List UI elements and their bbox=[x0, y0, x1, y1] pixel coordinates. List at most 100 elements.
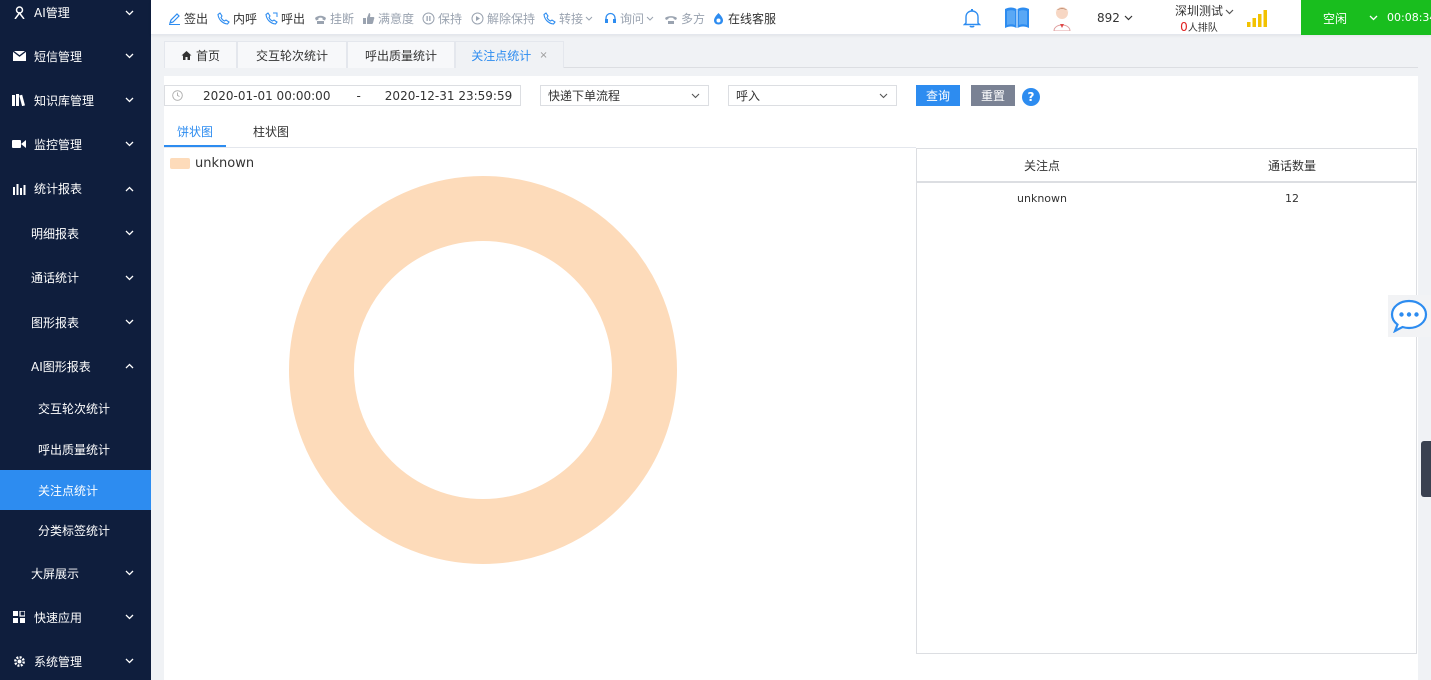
internal-call-label: 内呼 bbox=[233, 12, 258, 26]
tab-label: 关注点统计 bbox=[471, 48, 532, 63]
query-button[interactable]: 查询 bbox=[916, 85, 960, 106]
floating-chat-button[interactable] bbox=[1388, 295, 1431, 337]
clock-icon bbox=[172, 90, 183, 101]
tab-focus-point-stats[interactable]: 关注点统计 × bbox=[455, 41, 564, 68]
conference-icon bbox=[665, 15, 677, 24]
sign-out-button[interactable]: 签出 bbox=[168, 10, 208, 27]
play-icon bbox=[471, 12, 484, 25]
date-range-picker[interactable]: 2020-01-01 00:00:00 - 2020-12-31 23:59:5… bbox=[164, 85, 521, 106]
sidebar-item-detail-reports[interactable]: 明细报表 bbox=[0, 211, 151, 255]
sidebar-item-monitoring[interactable]: 监控管理 bbox=[0, 122, 151, 166]
sidebar-item-call-stats[interactable]: 通话统计 bbox=[0, 255, 151, 300]
sidebar-item-label: 大屏展示 bbox=[31, 566, 80, 581]
sidebar-item-label: 系统管理 bbox=[34, 654, 83, 669]
outbound-call-label: 呼出 bbox=[281, 12, 306, 26]
hangup-label: 挂断 bbox=[330, 12, 355, 26]
knowledge-book-icon[interactable] bbox=[1004, 6, 1030, 32]
online-service-button[interactable]: 在线客服 bbox=[712, 10, 776, 27]
hangup-button[interactable]: 挂断 bbox=[314, 10, 354, 27]
tab-bar-chart[interactable]: 柱状图 bbox=[253, 123, 289, 140]
consult-button[interactable]: 询问 bbox=[604, 10, 657, 27]
conference-label: 多方 bbox=[681, 12, 706, 26]
tab-label: 柱状图 bbox=[253, 125, 290, 139]
tab-outbound-quality[interactable]: 呼出质量统计 bbox=[347, 41, 455, 68]
chevron-down-icon bbox=[124, 95, 134, 105]
sidebar-item-ai-management[interactable]: AI管理 bbox=[0, 0, 151, 25]
sidebar-item-label: AI管理 bbox=[34, 6, 70, 20]
side-drawer-handle[interactable] bbox=[1421, 441, 1431, 497]
date-separator: - bbox=[356, 88, 361, 103]
sidebar-item-label: 分类标签统计 bbox=[38, 524, 111, 538]
tab-interaction-rounds[interactable]: 交互轮次统计 bbox=[237, 41, 347, 68]
phone-out-icon bbox=[265, 12, 278, 25]
online-service-icon bbox=[714, 13, 723, 25]
sidebar-item-label: 快速应用 bbox=[34, 610, 83, 625]
chevron-down-icon bbox=[124, 273, 134, 283]
agent-status-panel[interactable]: 空闲 00:08:34 bbox=[1301, 0, 1431, 35]
sidebar-item-graphic-reports[interactable]: 图形报表 bbox=[0, 300, 151, 344]
envelope-icon bbox=[12, 49, 26, 63]
chevron-down-icon bbox=[124, 8, 134, 18]
table-header-call-count: 通话数量 bbox=[1267, 159, 1316, 173]
outbound-call-button[interactable]: 呼出 bbox=[265, 10, 305, 27]
sidebar-item-reports[interactable]: 统计报表 bbox=[0, 166, 151, 211]
grid-icon bbox=[12, 610, 26, 624]
sidebar-item-focus-point-stats[interactable]: 关注点统计 bbox=[0, 470, 151, 510]
sidebar: AI管理 短信管理 知识库管理 监控管理 统计报表 明细报表 通话统计 图形报表… bbox=[0, 0, 151, 680]
home-icon bbox=[181, 50, 192, 60]
sidebar-item-big-screen[interactable]: 大屏展示 bbox=[0, 551, 151, 595]
donut-chart bbox=[289, 176, 677, 564]
extension-dropdown[interactable]: 892 bbox=[1097, 11, 1133, 25]
chat-bubble-icon bbox=[1390, 299, 1428, 333]
reset-button-label: 重置 bbox=[980, 89, 1005, 103]
tab-label: 呼出质量统计 bbox=[364, 48, 437, 63]
flow-select[interactable]: 快递下单流程 bbox=[540, 85, 709, 106]
chevron-down-icon bbox=[124, 568, 134, 578]
end-date: 2020-12-31 23:59:59 bbox=[384, 88, 513, 103]
sidebar-item-label: 交互轮次统计 bbox=[38, 402, 111, 416]
sidebar-item-label: 呼出质量统计 bbox=[38, 443, 111, 457]
sidebar-item-system-management[interactable]: 系统管理 bbox=[0, 639, 151, 680]
tab-home[interactable]: 首页 bbox=[164, 41, 237, 68]
pie-slice-unknown[interactable] bbox=[289, 176, 677, 564]
satisfaction-button[interactable]: 满意度 bbox=[362, 10, 414, 27]
sidebar-item-quick-apps[interactable]: 快速应用 bbox=[0, 595, 151, 639]
internal-call-button[interactable]: 内呼 bbox=[217, 10, 257, 27]
start-date: 2020-01-01 00:00:00 bbox=[203, 88, 331, 103]
consult-label: 询问 bbox=[620, 12, 645, 26]
sidebar-item-interaction-rounds[interactable]: 交互轮次统计 bbox=[0, 388, 151, 429]
sidebar-item-label: 明细报表 bbox=[31, 226, 80, 241]
sidebar-item-knowledge-base[interactable]: 知识库管理 bbox=[0, 78, 151, 122]
hold-button[interactable]: 保持 bbox=[422, 10, 462, 27]
bell-icon[interactable] bbox=[962, 8, 982, 31]
active-tab-indicator bbox=[164, 145, 226, 147]
tab-label: 首页 bbox=[195, 48, 220, 63]
sidebar-item-outbound-quality[interactable]: 呼出质量统计 bbox=[0, 429, 151, 470]
close-icon[interactable]: × bbox=[539, 50, 547, 61]
flow-select-value: 快递下单流程 bbox=[548, 89, 621, 103]
sidebar-item-label: 知识库管理 bbox=[34, 93, 95, 108]
sidebar-item-label: 通话统计 bbox=[31, 271, 80, 285]
transfer-label: 转接 bbox=[559, 12, 584, 26]
help-icon[interactable]: ? bbox=[1022, 88, 1040, 106]
direction-select[interactable]: 呼入 bbox=[728, 85, 897, 106]
sidebar-item-label: 监控管理 bbox=[34, 137, 83, 152]
sidebar-item-sms-management[interactable]: 短信管理 bbox=[0, 34, 151, 78]
chevron-down-icon[interactable] bbox=[1225, 4, 1234, 18]
unhold-button[interactable]: 解除保持 bbox=[471, 10, 535, 27]
chevron-down-icon bbox=[585, 16, 593, 21]
conference-button[interactable]: 多方 bbox=[664, 10, 705, 27]
sidebar-item-category-tag-stats[interactable]: 分类标签统计 bbox=[0, 510, 151, 551]
reset-button[interactable]: 重置 bbox=[971, 85, 1015, 106]
group-selector[interactable]: 深圳测试 0人排队 bbox=[1164, 2, 1234, 34]
ai-icon bbox=[12, 6, 26, 20]
tab-pie-chart[interactable]: 饼状图 bbox=[177, 123, 213, 140]
transfer-button[interactable]: 转接 bbox=[543, 10, 596, 27]
pause-icon bbox=[422, 12, 435, 25]
sidebar-item-ai-graphic-reports[interactable]: AI图形报表 bbox=[0, 344, 151, 388]
online-service-label: 在线客服 bbox=[728, 12, 777, 26]
group-name: 深圳测试 bbox=[1174, 4, 1223, 18]
main-panel: 2020-01-01 00:00:00 - 2020-12-31 23:59:5… bbox=[164, 76, 1418, 680]
avatar[interactable] bbox=[1052, 4, 1072, 34]
sign-out-label: 签出 bbox=[184, 12, 209, 26]
